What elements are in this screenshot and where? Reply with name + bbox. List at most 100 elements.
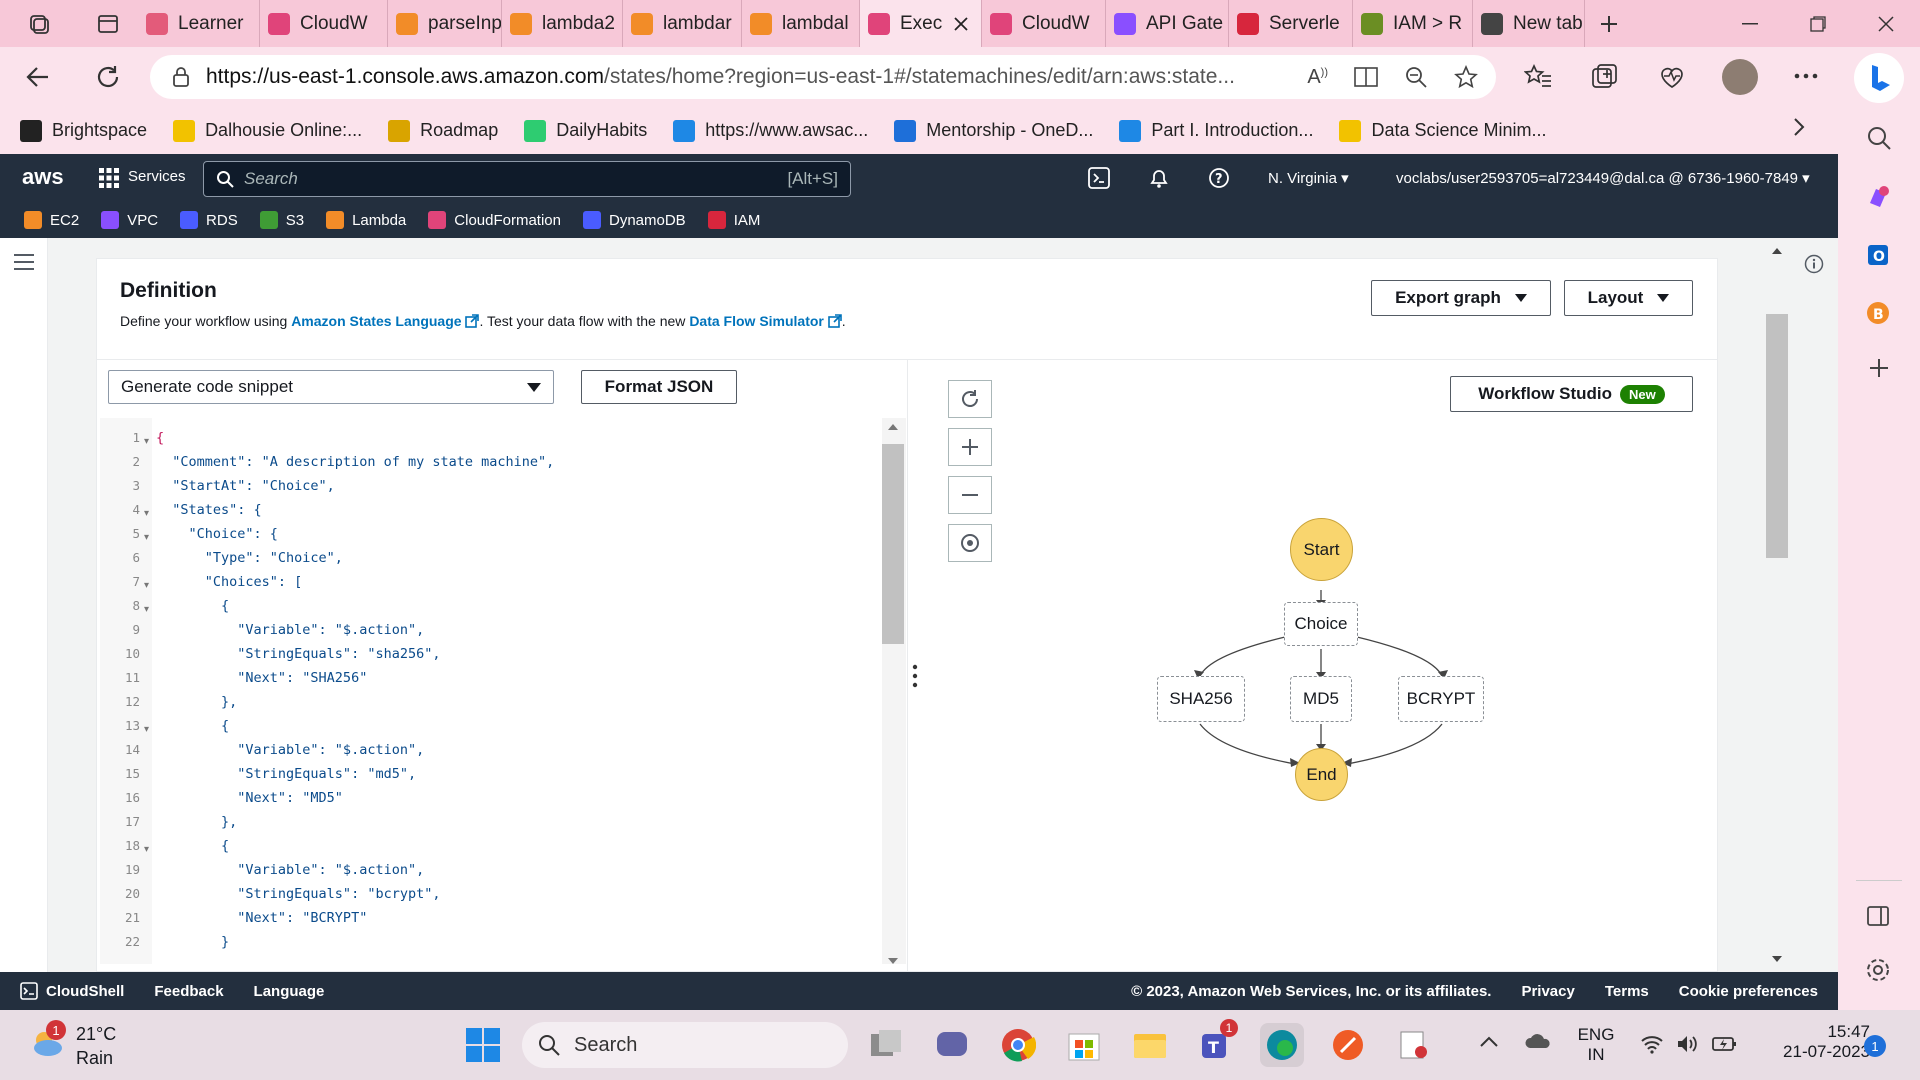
bing-copilot-icon[interactable] <box>1854 53 1904 103</box>
refresh-graph-icon[interactable] <box>948 380 992 418</box>
more-favorites-icon[interactable] <box>1792 116 1806 138</box>
layout-button[interactable]: Layout <box>1564 280 1693 316</box>
notifications-bell-icon[interactable] <box>1148 167 1170 189</box>
resize-handle-icon[interactable] <box>912 664 918 688</box>
browser-tab[interactable]: New tab <box>1473 0 1585 47</box>
service-shortcut[interactable]: RDS <box>180 211 238 229</box>
collections-icon[interactable] <box>1590 63 1618 91</box>
cloudshell-icon[interactable] <box>1088 167 1110 189</box>
hamburger-menu-icon[interactable] <box>14 254 34 270</box>
zoom-out-icon[interactable] <box>948 476 992 514</box>
minimize-button[interactable] <box>1716 0 1784 47</box>
browser-tab[interactable]: Learner <box>138 0 260 47</box>
data-flow-simulator-link[interactable]: Data Flow Simulator <box>689 313 824 329</box>
language-indicator[interactable]: ENG IN <box>1564 1025 1628 1065</box>
favorite-link[interactable]: Dalhousie Online:... <box>173 119 362 142</box>
browser-tab[interactable]: Exec <box>860 0 982 47</box>
browser-tab[interactable]: API Gate <box>1106 0 1229 47</box>
favorite-link[interactable]: Roadmap <box>388 119 498 142</box>
cloudshell-icon[interactable] <box>20 982 38 1000</box>
fold-toggle-icon[interactable]: ▾ <box>144 508 149 519</box>
page-scrollbar[interactable] <box>1764 238 1788 972</box>
onedrive-icon[interactable] <box>1524 1032 1552 1050</box>
footer-cloudshell[interactable]: CloudShell <box>46 983 124 1000</box>
service-shortcut[interactable]: IAM <box>707 211 760 229</box>
zoom-in-icon[interactable] <box>948 428 992 466</box>
footer-language[interactable]: Language <box>254 983 325 1000</box>
fold-toggle-icon[interactable]: ▾ <box>144 580 149 591</box>
close-window-button[interactable] <box>1852 0 1920 47</box>
battery-icon[interactable] <box>1712 1034 1738 1054</box>
asl-link[interactable]: Amazon States Language <box>291 313 461 329</box>
aws-search-input[interactable]: Search [Alt+S] <box>203 161 851 197</box>
teams-chat-icon[interactable] <box>930 1023 974 1067</box>
editor-scroll-thumb[interactable] <box>882 444 904 644</box>
browser-essentials-icon[interactable] <box>1658 63 1686 91</box>
center-graph-icon[interactable] <box>948 524 992 562</box>
browser-tab[interactable]: Serverle <box>1229 0 1353 47</box>
chrome-icon[interactable] <box>996 1023 1040 1067</box>
graph-node-choice[interactable]: Choice <box>1284 602 1358 646</box>
graph-node-bcrypt[interactable]: BCRYPT <box>1398 676 1484 722</box>
wifi-icon[interactable] <box>1640 1034 1664 1054</box>
snipping-tool-icon[interactable] <box>1392 1023 1436 1067</box>
favorite-link[interactable]: DailyHabits <box>524 119 647 142</box>
fold-toggle-icon[interactable]: ▾ <box>144 532 149 543</box>
scroll-up-icon[interactable] <box>1772 248 1782 254</box>
code-snippet-select[interactable]: Generate code snippet <box>108 370 554 404</box>
service-shortcut[interactable]: VPC <box>101 211 158 229</box>
scroll-down-icon[interactable] <box>888 958 898 964</box>
favorite-star-icon[interactable] <box>1454 65 1478 89</box>
service-shortcut[interactable]: EC2 <box>24 211 79 229</box>
clock[interactable]: 15:47 21-07-2023 <box>1760 1022 1870 1062</box>
profile-avatar[interactable] <box>1722 59 1758 95</box>
footer-privacy[interactable]: Privacy <box>1521 983 1574 1000</box>
fold-toggle-icon[interactable]: ▾ <box>144 604 149 615</box>
add-sidebar-icon[interactable] <box>1868 357 1890 379</box>
outlook-icon[interactable]: O <box>1864 241 1892 269</box>
favorite-link[interactable]: Part I. Introduction... <box>1119 119 1313 142</box>
favorite-link[interactable]: https://www.awsac... <box>673 119 868 142</box>
account-menu[interactable]: voclabs/user2593705=al723449@dal.ca @ 67… <box>1396 169 1810 187</box>
file-explorer-icon[interactable] <box>1128 1023 1172 1067</box>
browser-tab[interactable]: lambda2 <box>502 0 623 47</box>
footer-cookie-preferences[interactable]: Cookie preferences <box>1679 983 1818 1000</box>
browser-tab[interactable]: parseInp <box>388 0 502 47</box>
graph-node-start[interactable]: Start <box>1290 518 1353 581</box>
edge-icon[interactable] <box>1260 1023 1304 1067</box>
scroll-down-icon[interactable] <box>1772 956 1782 962</box>
workspaces-icon[interactable] <box>0 0 78 47</box>
favorite-link[interactable]: Mentorship - OneD... <box>894 119 1093 142</box>
zoom-icon[interactable] <box>1404 65 1428 89</box>
microsoft-store-icon[interactable] <box>1062 1023 1106 1067</box>
url-field[interactable]: https://us-east-1.console.aws.amazon.com… <box>150 55 1496 99</box>
footer-terms[interactable]: Terms <box>1605 983 1649 1000</box>
graph-node-md5[interactable]: MD5 <box>1290 676 1352 722</box>
service-shortcut[interactable]: Lambda <box>326 211 406 229</box>
browser-tab[interactable]: IAM > R <box>1353 0 1473 47</box>
read-aloud-icon[interactable]: A)) <box>1307 66 1328 89</box>
service-shortcut[interactable]: S3 <box>259 211 304 229</box>
browser-tab[interactable]: CloudW <box>260 0 388 47</box>
fold-toggle-icon[interactable]: ▾ <box>144 724 149 735</box>
restore-button[interactable] <box>1784 0 1852 47</box>
teams-icon[interactable]: T 1 <box>1194 1019 1238 1067</box>
immersive-reader-icon[interactable] <box>1354 66 1378 88</box>
browser-tab[interactable]: lambdar <box>623 0 742 47</box>
services-menu[interactable]: Services <box>128 168 186 185</box>
services-grid-icon[interactable] <box>99 168 119 188</box>
postman-icon[interactable] <box>1326 1023 1370 1067</box>
favorite-link[interactable]: Data Science Minim... <box>1339 119 1547 142</box>
service-shortcut[interactable]: CloudFormation <box>428 211 561 229</box>
workflow-studio-button[interactable]: Workflow Studio New <box>1450 376 1693 412</box>
favorite-link[interactable]: Brightspace <box>20 119 147 142</box>
graph-node-sha256[interactable]: SHA256 <box>1157 676 1245 722</box>
help-icon[interactable]: ? <box>1208 167 1230 189</box>
info-icon[interactable] <box>1804 254 1824 274</box>
region-selector[interactable]: N. Virginia ▾ <box>1268 169 1349 187</box>
favorites-icon[interactable] <box>1524 63 1552 91</box>
graph-node-end[interactable]: End <box>1295 748 1348 801</box>
fold-toggle-icon[interactable]: ▾ <box>144 436 149 447</box>
notification-badge[interactable]: 1 <box>1864 1035 1886 1057</box>
copilot-icon[interactable] <box>1864 183 1892 211</box>
